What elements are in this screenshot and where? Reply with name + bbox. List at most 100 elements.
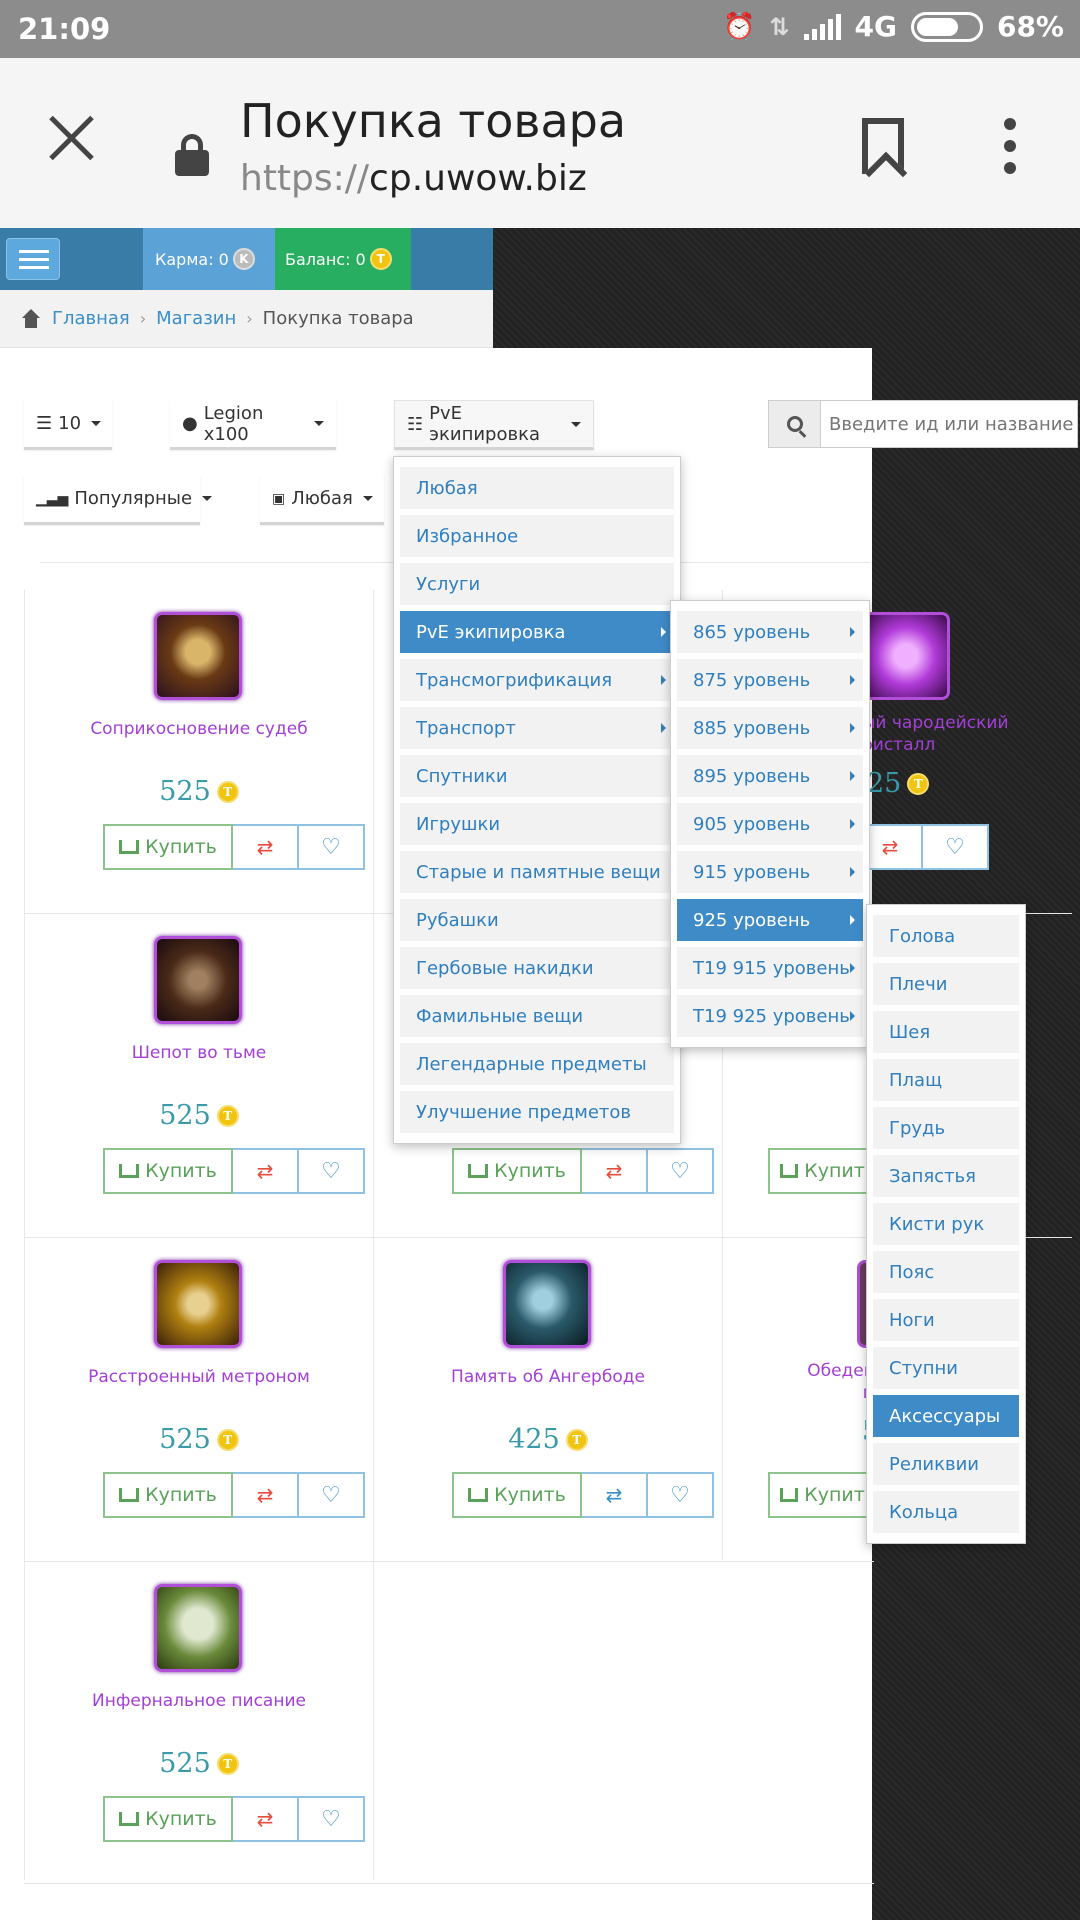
buy-button[interactable]: Купить — [103, 1796, 233, 1842]
level-menu-item[interactable]: 885 уровень — [677, 707, 863, 749]
buy-button[interactable]: Купить — [103, 1148, 233, 1194]
slot-menu-item[interactable]: Голова — [873, 915, 1019, 957]
category-menu-item[interactable]: Улучшение предметов — [400, 1091, 674, 1133]
compare-button[interactable]: ⇄ — [233, 1148, 299, 1194]
breadcrumb-home[interactable]: Главная — [52, 308, 130, 329]
category-menu-item[interactable]: Старые и памятные вещи — [400, 851, 674, 893]
url-text[interactable]: https://cp.uwow.biz — [240, 158, 587, 199]
level-menu-item[interactable]: 865 уровень — [677, 611, 863, 653]
category-menu-item[interactable]: Гербовые накидки — [400, 947, 674, 989]
caret-right-icon — [850, 819, 855, 829]
slot-menu-item[interactable]: Грудь — [873, 1107, 1019, 1149]
product-name[interactable]: Шепот во тьме — [34, 1042, 364, 1064]
product-name[interactable]: Соприкосновение судеб — [34, 718, 364, 740]
breadcrumb-shop[interactable]: Магазин — [156, 308, 236, 329]
category-menu-item[interactable]: Услуги — [400, 563, 674, 605]
category-menu-item[interactable]: Рубашки — [400, 899, 674, 941]
product-name[interactable]: Память об Ангербоде — [383, 1366, 713, 1388]
data-transfer-icon: ⇅ — [769, 12, 790, 41]
gold-coin-icon: T — [565, 1428, 588, 1451]
crystal-item-icon[interactable] — [862, 612, 950, 700]
whisper-item-icon[interactable] — [154, 936, 242, 1024]
lock-icon[interactable] — [175, 134, 209, 176]
search-button[interactable] — [769, 401, 821, 447]
product-name[interactable]: Инфернальное писание — [34, 1690, 364, 1712]
compare-button[interactable]: ⇄ — [233, 1472, 299, 1518]
hamburger-menu-icon[interactable] — [6, 238, 60, 280]
metronome-item-icon[interactable] — [154, 1260, 242, 1348]
category-menu-item[interactable]: Фамильные вещи — [400, 995, 674, 1037]
product-card: Обеденн ма 5 Купить — [732, 1238, 886, 1558]
buy-button[interactable]: Купить — [768, 1148, 878, 1194]
category-menu-item-selected[interactable]: PvE экипировка — [400, 611, 674, 653]
rose-item-icon[interactable] — [503, 1260, 591, 1348]
buy-button[interactable]: Купить — [452, 1472, 582, 1518]
level-menu-item[interactable]: 915 уровень — [677, 851, 863, 893]
breadcrumb: Главная › Магазин › Покупка товара — [0, 290, 493, 348]
slot-menu-item[interactable]: Кисти рук — [873, 1203, 1019, 1245]
slot-menu-item[interactable]: Шея — [873, 1011, 1019, 1053]
compare-button[interactable]: ⇄ — [582, 1472, 648, 1518]
sort-dropdown[interactable]: ▁▃▅ Популярные — [24, 475, 213, 525]
close-icon[interactable] — [46, 113, 96, 163]
scroll-item-icon[interactable] — [154, 1584, 242, 1672]
level-menu-item[interactable]: 875 уровень — [677, 659, 863, 701]
buy-button[interactable]: Купить — [452, 1148, 582, 1194]
category-dropdown[interactable]: ☷ PvE экипировка — [394, 400, 594, 450]
compare-button[interactable]: ⇄ — [582, 1148, 648, 1194]
karma-badge[interactable]: Карма: 0 K — [143, 228, 275, 290]
level-menu-item[interactable]: 905 уровень — [677, 803, 863, 845]
compare-button[interactable]: ⇄ — [233, 1796, 299, 1842]
category-menu-item[interactable]: Спутники — [400, 755, 674, 797]
more-options-icon[interactable] — [1004, 118, 1016, 174]
product-price: 525 T — [34, 1100, 364, 1131]
favorite-button[interactable]: ♡ — [299, 824, 365, 870]
category-menu-item[interactable]: Трансмогрификация — [400, 659, 674, 701]
slot-menu-item[interactable]: Плечи — [873, 963, 1019, 1005]
slot-menu-item[interactable]: Ноги — [873, 1299, 1019, 1341]
favorite-button[interactable]: ♡ — [648, 1472, 714, 1518]
product-name[interactable]: ый чародейский ристалл — [862, 712, 1080, 756]
favorite-button[interactable]: ♡ — [299, 1472, 365, 1518]
level-menu-item[interactable]: 895 уровень — [677, 755, 863, 797]
per-page-dropdown[interactable]: ☰ 10 — [24, 400, 112, 450]
compare-button[interactable]: ⇄ — [233, 824, 299, 870]
category-menu-item[interactable]: Любая — [400, 467, 674, 509]
slot-menu-item[interactable]: Кольца — [873, 1491, 1019, 1533]
cart-icon — [119, 1488, 140, 1502]
cart-icon — [119, 840, 140, 854]
slot-menu-item[interactable]: Плащ — [873, 1059, 1019, 1101]
browser-toolbar: Покупка товара https://cp.uwow.biz — [0, 58, 1080, 228]
home-icon[interactable] — [20, 308, 42, 329]
heart-icon: ♡ — [321, 834, 341, 860]
product-price: 525 T — [34, 1424, 364, 1455]
slot-menu-item-selected[interactable]: Аксессуары — [873, 1395, 1019, 1437]
balance-badge[interactable]: Баланс: 0 T — [275, 228, 411, 290]
search-input[interactable] — [821, 401, 1077, 447]
retweet-icon: ⇄ — [256, 1159, 274, 1183]
hourglass-item-icon[interactable] — [154, 612, 242, 700]
category-menu-item[interactable]: Транспорт — [400, 707, 674, 749]
level-menu-item[interactable]: T19 915 уровень — [677, 947, 863, 989]
favorite-button[interactable]: ♡ — [923, 824, 989, 870]
slot-menu-item[interactable]: Пояс — [873, 1251, 1019, 1293]
buy-button[interactable]: Купить — [768, 1472, 878, 1518]
slot-menu-item[interactable]: Запястья — [873, 1155, 1019, 1197]
currency-dropdown[interactable]: ▣ Любая — [260, 475, 384, 525]
buy-button[interactable]: Купить — [103, 1472, 233, 1518]
bookmark-icon[interactable] — [862, 118, 904, 174]
category-menu-item[interactable]: Избранное — [400, 515, 674, 557]
buy-button[interactable]: Купить — [103, 824, 233, 870]
level-menu-item-selected[interactable]: 925 уровень — [677, 899, 863, 941]
heart-icon: ♡ — [321, 1806, 341, 1832]
level-menu-item[interactable]: T19 925 уровень — [677, 995, 863, 1037]
realm-dropdown[interactable]: ● Legion x100 — [170, 400, 336, 450]
favorite-button[interactable]: ♡ — [299, 1148, 365, 1194]
slot-menu-item[interactable]: Реликвии — [873, 1443, 1019, 1485]
product-name[interactable]: Расстроенный метроном — [34, 1366, 364, 1388]
category-menu-item[interactable]: Игрушки — [400, 803, 674, 845]
category-menu-item[interactable]: Легендарные предметы — [400, 1043, 674, 1085]
favorite-button[interactable]: ♡ — [299, 1796, 365, 1842]
favorite-button[interactable]: ♡ — [648, 1148, 714, 1194]
slot-menu-item[interactable]: Ступни — [873, 1347, 1019, 1389]
